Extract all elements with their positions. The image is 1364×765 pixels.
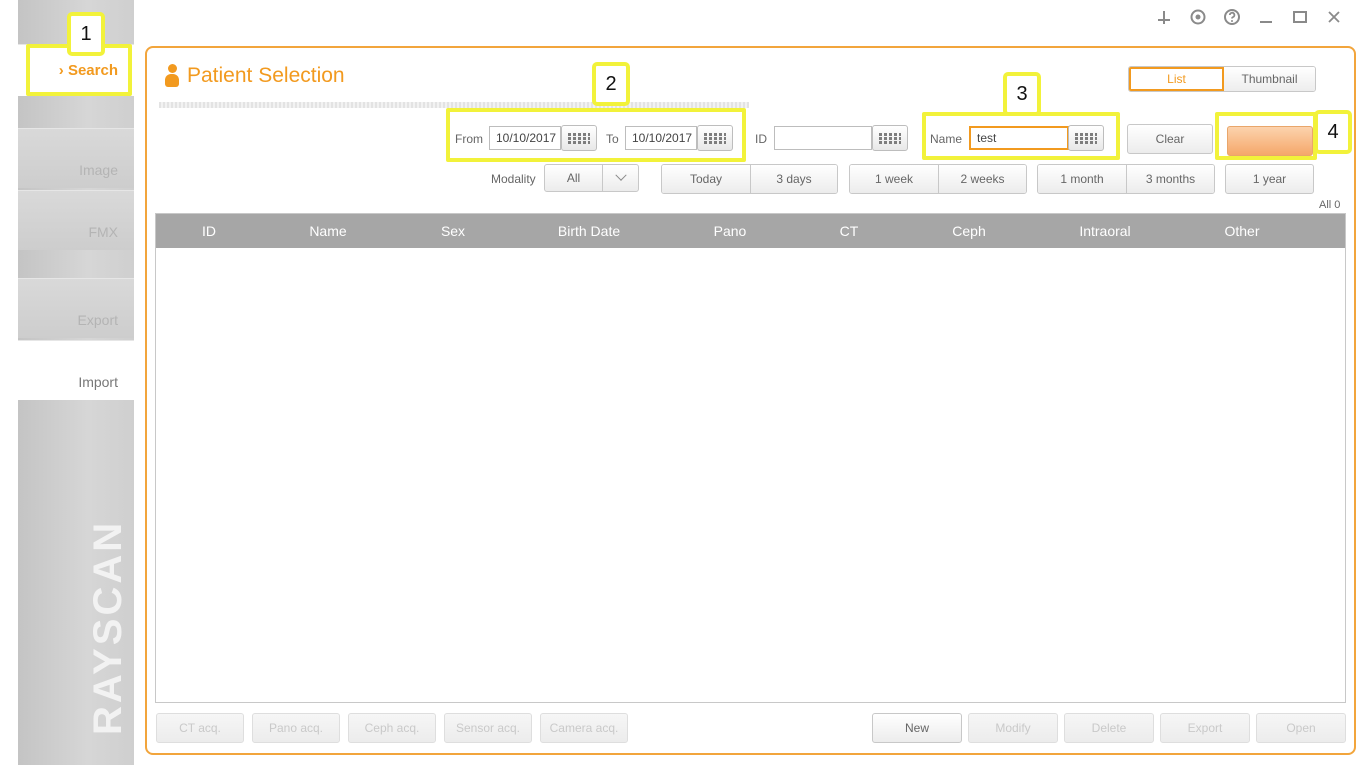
column-header-sex[interactable]: Sex [394, 214, 512, 248]
range-3months-button[interactable]: 3 months [1126, 165, 1214, 193]
sidebar-item-label: Import [78, 374, 118, 390]
export-button[interactable]: Export [1160, 713, 1250, 743]
name-field[interactable]: test [969, 126, 1069, 150]
annotation-badge-3: 3 [1003, 72, 1041, 116]
thumbnail-view-button[interactable]: Thumbnail [1224, 67, 1315, 91]
to-label: To [606, 132, 619, 146]
sidebar-item-label: Export [77, 312, 118, 328]
id-label: ID [755, 132, 767, 146]
column-header-pano[interactable]: Pano [666, 214, 794, 248]
column-header-name[interactable]: Name [262, 214, 394, 248]
ct-acq-button[interactable]: CT acq. [156, 713, 244, 743]
minimize-icon[interactable] [1256, 6, 1276, 28]
column-header-id[interactable]: ID [156, 214, 262, 248]
clear-button[interactable]: Clear [1127, 124, 1213, 154]
range-group-days: Today 3 days [661, 164, 838, 194]
close-icon[interactable] [1324, 6, 1344, 28]
new-button[interactable]: New [872, 713, 962, 743]
brand-logo: RAYSCAN [86, 519, 130, 735]
camera-acq-button[interactable]: Camera acq. [540, 713, 628, 743]
sidebar-item-label: FMX [88, 224, 118, 240]
title-divider [159, 102, 749, 108]
open-button[interactable]: Open [1256, 713, 1346, 743]
patient-table: ID Name Sex Birth Date Pano CT Ceph Intr… [155, 213, 1346, 703]
annotation-badge-4: 4 [1314, 110, 1352, 154]
range-1week-button[interactable]: 1 week [850, 165, 938, 193]
calendar-icon[interactable] [697, 125, 733, 151]
modality-value: All [566, 171, 581, 185]
page-title: Patient Selection [187, 64, 345, 87]
app-window: › Search Image FMX Export Import RAYSCAN… [0, 0, 1364, 765]
sidebar: › Search Image FMX Export Import RAYSCAN [18, 0, 134, 765]
list-view-button[interactable]: List [1129, 67, 1224, 91]
help-icon[interactable] [1222, 6, 1242, 28]
sidebar-item-label: Image [79, 162, 118, 178]
table-header: ID Name Sex Birth Date Pano CT Ceph Intr… [156, 214, 1345, 248]
name-label: Name [930, 132, 963, 146]
search-button[interactable] [1227, 126, 1313, 156]
to-date-field[interactable]: 10/10/2017 [625, 126, 697, 150]
ceph-acq-button[interactable]: Ceph acq. [348, 713, 436, 743]
range-today-button[interactable]: Today [662, 165, 750, 193]
delete-button[interactable]: Delete [1064, 713, 1154, 743]
view-toggle: List Thumbnail [1128, 66, 1316, 92]
range-group-weeks: 1 week 2 weeks [849, 164, 1027, 194]
sidebar-item-label: › Search [58, 62, 118, 79]
sensor-acq-button[interactable]: Sensor acq. [444, 713, 532, 743]
patient-selection-panel: Patient Selection List Thumbnail From 10… [145, 46, 1356, 755]
sidebar-item-fmx[interactable]: FMX [18, 190, 134, 250]
keyboard-icon[interactable] [1068, 125, 1104, 151]
page-header: Patient Selection [165, 64, 345, 88]
range-3days-button[interactable]: 3 days [749, 165, 837, 193]
person-icon [165, 64, 179, 88]
modality-label: Modality [491, 172, 536, 186]
column-header-ceph[interactable]: Ceph [904, 214, 1034, 248]
range-group-months: 1 month 3 months [1037, 164, 1215, 194]
sidebar-item-import[interactable]: Import [18, 340, 134, 400]
column-header-intraoral[interactable]: Intraoral [1034, 214, 1176, 248]
sidebar-item-image[interactable]: Image [18, 128, 134, 188]
pano-acq-button[interactable]: Pano acq. [252, 713, 340, 743]
modality-select[interactable]: All [544, 164, 639, 192]
column-header-ct[interactable]: CT [794, 214, 904, 248]
result-count: All 0 [1319, 199, 1341, 211]
modify-button[interactable]: Modify [968, 713, 1058, 743]
from-label: From [455, 132, 483, 146]
window-controls [1154, 6, 1344, 28]
column-header-other[interactable]: Other [1176, 214, 1308, 248]
from-date-field[interactable]: 10/10/2017 [489, 126, 561, 150]
id-field[interactable] [774, 126, 872, 150]
chevron-down-icon[interactable] [602, 165, 638, 191]
range-1month-button[interactable]: 1 month [1038, 165, 1126, 193]
keyboard-icon[interactable] [872, 125, 908, 151]
annotation-badge-1: 1 [67, 12, 105, 56]
range-2weeks-button[interactable]: 2 weeks [938, 165, 1026, 193]
sidebar-item-export[interactable]: Export [18, 278, 134, 338]
maximize-icon[interactable] [1290, 6, 1310, 28]
column-header-birth-date[interactable]: Birth Date [512, 214, 666, 248]
range-1year-button[interactable]: 1 year [1225, 164, 1314, 194]
calendar-icon[interactable] [561, 125, 597, 151]
annotation-badge-2: 2 [592, 62, 630, 106]
pin-icon[interactable] [1154, 6, 1174, 28]
settings-icon[interactable] [1188, 6, 1208, 28]
